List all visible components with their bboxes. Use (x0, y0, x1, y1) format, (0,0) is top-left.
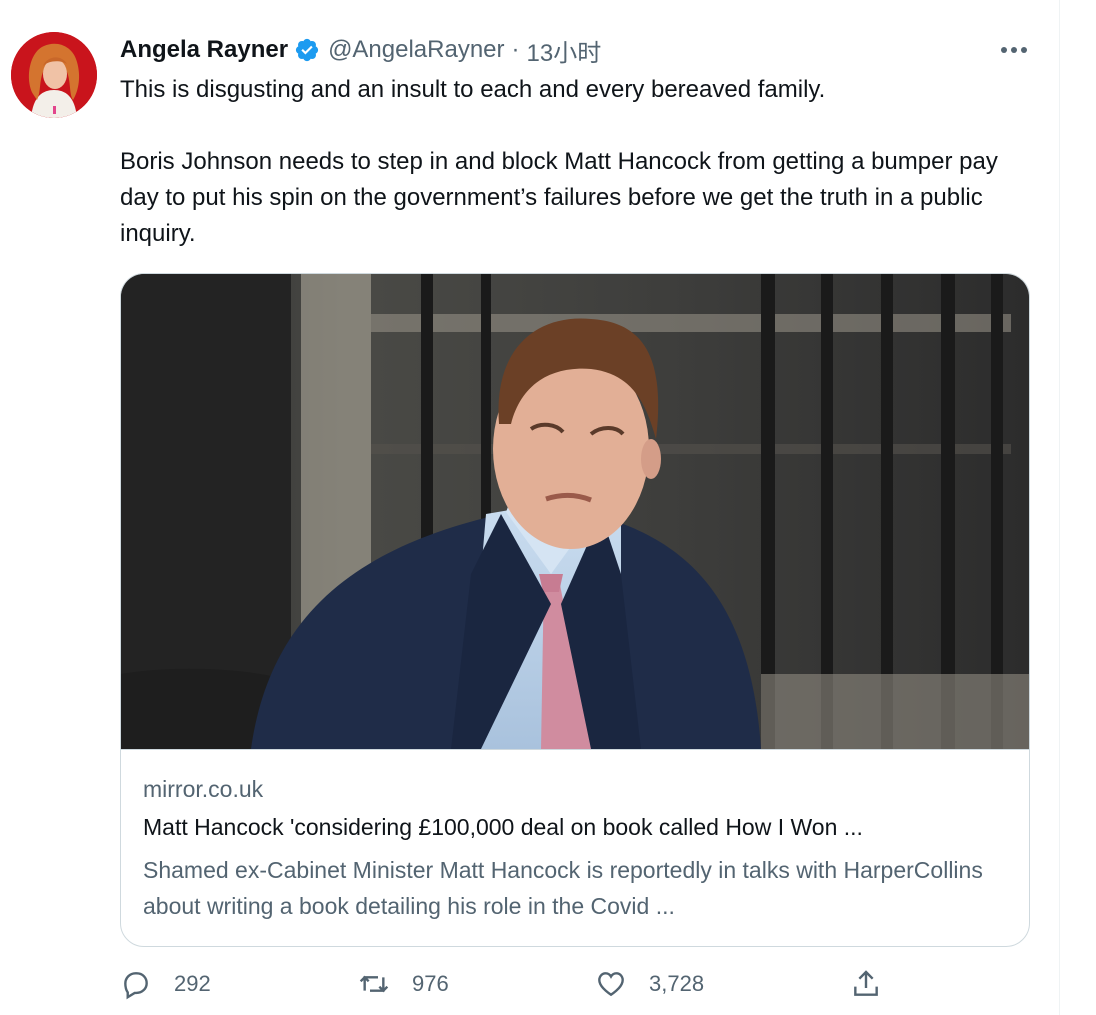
tweet-header: Angela Rayner @AngelaRayner · 13小时 (120, 30, 601, 70)
like-button[interactable]: 3,728 (595, 968, 704, 1000)
like-count: 3,728 (649, 971, 705, 996)
article-image (121, 274, 1029, 750)
timeline-divider (1059, 0, 1060, 1015)
verified-badge-icon (295, 38, 319, 62)
share-icon (854, 970, 878, 996)
tweet-timestamp[interactable]: 13小时 (527, 33, 602, 68)
avatar[interactable] (11, 32, 97, 118)
link-preview-card[interactable]: mirror.co.uk Matt Hancock 'considering £… (120, 273, 1030, 947)
reply-count: 292 (174, 971, 211, 996)
avatar-photo (11, 32, 97, 118)
retweet-icon (359, 975, 389, 993)
author-handle[interactable]: @AngelaRayner (328, 36, 504, 64)
header-separator: · (511, 36, 520, 63)
tweet-actions: 292 976 3,728 (0, 968, 1060, 1008)
card-domain: mirror.co.uk (143, 776, 264, 802)
tweet-text: This is disgusting and an insult to each… (120, 72, 1040, 252)
tweet-paragraph: This is disgusting and an insult to each… (120, 76, 826, 103)
reply-button[interactable]: 292 (120, 968, 211, 1000)
share-button[interactable] (850, 968, 882, 1000)
card-description: Shamed ex-Cabinet Minister Matt Hancock … (143, 857, 983, 919)
retweet-count: 976 (412, 971, 449, 996)
retweet-button[interactable]: 976 (358, 968, 449, 1000)
author-name[interactable]: Angela Rayner (120, 36, 288, 64)
more-options-button[interactable] (998, 36, 1030, 64)
heart-icon (598, 972, 624, 997)
card-title: Matt Hancock 'considering £100,000 deal … (143, 814, 863, 840)
reply-icon (124, 972, 148, 1000)
more-dots-icon (1001, 47, 1027, 53)
tweet-paragraph: Boris Johnson needs to step in and block… (120, 148, 998, 247)
